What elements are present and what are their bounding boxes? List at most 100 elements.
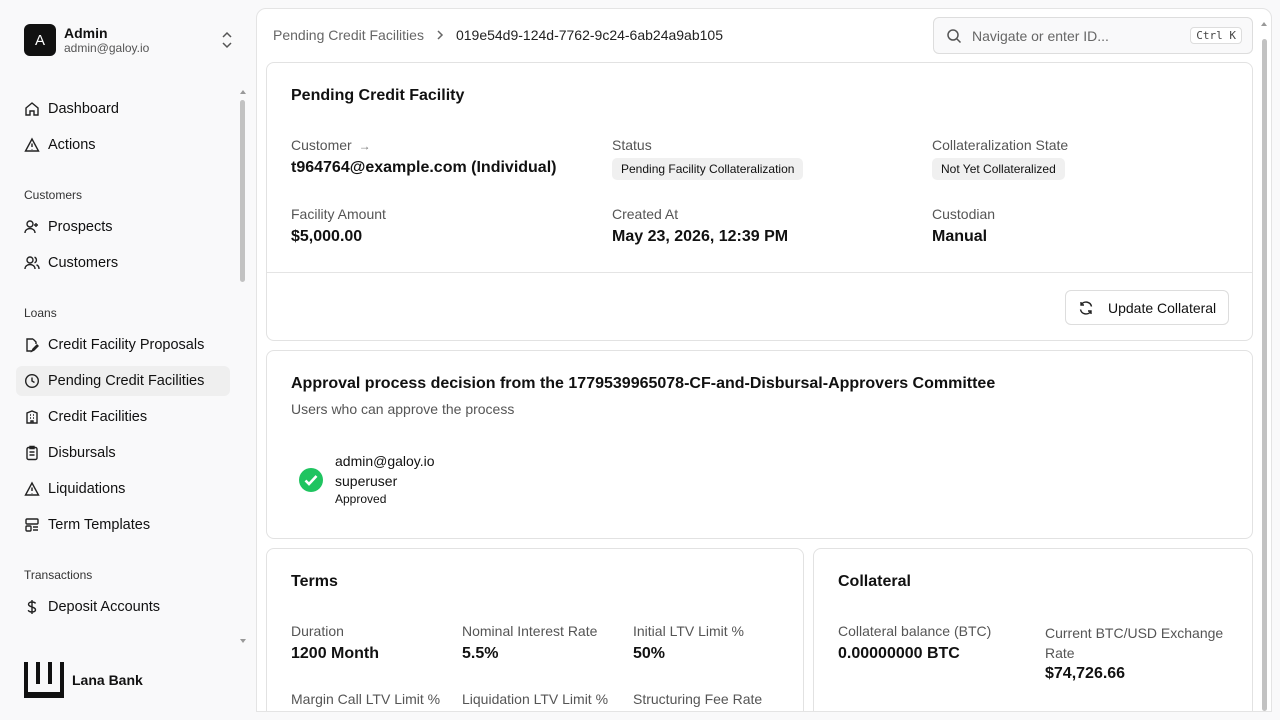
update-collateral-button[interactable]: Update Collateral: [1065, 290, 1229, 325]
collateral-balance-label: Collateral balance (BTC): [838, 623, 992, 639]
top-bar: Pending Credit Facilities 019e54d9-124d-…: [257, 9, 1271, 61]
file-edit-icon: [26, 338, 39, 353]
sidebar-item-term-templates[interactable]: Term Templates: [16, 510, 230, 540]
sidebar-item-label: Liquidations: [48, 481, 126, 497]
margin-call-ltv-label: Margin Call LTV Limit %: [291, 691, 441, 707]
approval-card: Approval process decision from the 17795…: [266, 350, 1253, 539]
exchange-rate-label: Current BTC/USD Exchange Rate: [1045, 625, 1224, 661]
approval-title: Approval process decision from the 17795…: [291, 375, 996, 392]
home-icon: [25, 102, 39, 116]
breadcrumb-parent-link[interactable]: Pending Credit Facilities: [273, 27, 424, 43]
custodian-value: Manual: [932, 228, 988, 245]
brand: Lana Bank: [24, 662, 143, 698]
nav-group-customers: Customers: [24, 188, 83, 202]
main-panel: Pending Credit Facilities 019e54d9-124d-…: [256, 8, 1272, 712]
interest-rate-label: Nominal Interest Rate: [462, 623, 598, 639]
initial-ltv-label: Initial LTV Limit %: [633, 623, 744, 639]
breadcrumb: Pending Credit Facilities 019e54d9-124d-…: [273, 27, 723, 43]
shortcut-hint: Ctrl K: [1190, 27, 1242, 44]
initial-ltv-value: 50%: [633, 645, 666, 662]
user-menu[interactable]: A Admin admin@galoy.io: [24, 24, 234, 56]
sidebar: A Admin admin@galoy.io Dashboard Actions…: [0, 0, 256, 720]
facility-card: Pending Credit Facility Customer → t9647…: [266, 62, 1253, 341]
collateralization-state-label: Collateralization State: [932, 137, 1069, 153]
brand-name: Lana Bank: [72, 672, 143, 688]
created-at-label: Created At: [612, 206, 679, 222]
search-box[interactable]: Ctrl K: [933, 17, 1253, 54]
lana-logo-icon: [24, 662, 64, 698]
sidebar-item-label: Deposit Accounts: [48, 599, 161, 615]
nav-group-transactions: Transactions: [24, 568, 93, 582]
scroll-up-arrow-icon[interactable]: [1260, 21, 1268, 27]
duration-value: 1200 Month: [291, 645, 380, 662]
interest-rate-value: 5.5%: [462, 645, 499, 662]
approval-subtitle: Users who can approve the process: [291, 401, 515, 417]
check-circle-icon: [299, 468, 323, 492]
nav-group-loans: Loans: [24, 306, 57, 320]
collateralization-state-badge: Not Yet Collateralized: [932, 158, 1065, 180]
sidebar-item-actions[interactable]: Actions: [16, 130, 230, 160]
collateral-balance-value: 0.00000000 BTC: [838, 645, 960, 662]
scroll-up-arrow-icon[interactable]: [239, 89, 247, 95]
sidebar-item-label: Credit Facilities: [48, 409, 148, 425]
dollar-icon: [27, 600, 37, 614]
alert-triangle-icon: [24, 481, 40, 496]
sidebar-item-credit-facility-proposals[interactable]: Credit Facility Proposals: [16, 330, 230, 360]
user-email: admin@galoy.io: [64, 41, 150, 55]
terms-title: Terms: [291, 573, 338, 590]
created-at-value: May 23, 2026, 12:39 PM: [612, 228, 789, 245]
collateral-title: Collateral: [838, 573, 911, 590]
structuring-fee-label: Structuring Fee Rate: [633, 691, 763, 707]
sidebar-item-label: Term Templates: [48, 517, 151, 533]
custodian-label: Custodian: [932, 206, 996, 222]
collateral-card: Collateral Collateral balance (BTC) 0.00…: [813, 548, 1253, 711]
sidebar-item-label: Prospects: [48, 219, 113, 235]
building-icon: [26, 410, 38, 424]
duration-label: Duration: [291, 623, 344, 639]
card-divider: [267, 272, 1252, 273]
status-badge: Pending Facility Collateralization: [612, 158, 804, 180]
avatar: A: [24, 24, 56, 56]
customer-label[interactable]: Customer →: [291, 137, 371, 153]
sidebar-item-disbursals[interactable]: Disbursals: [16, 438, 230, 468]
terms-card: Terms Duration 1200 Month Nominal Intere…: [266, 548, 804, 711]
sidebar-item-label: Pending Credit Facilities: [48, 373, 205, 389]
sidebar-item-label: Customers: [48, 255, 119, 271]
sidebar-item-label: Actions: [48, 137, 96, 153]
clipboard-icon: [26, 445, 38, 461]
sidebar-item-dashboard[interactable]: Dashboard: [16, 94, 230, 124]
sidebar-item-liquidations[interactable]: Liquidations: [16, 474, 230, 504]
facility-amount-value: $5,000.00: [291, 228, 363, 245]
sidebar-scrollbar[interactable]: [240, 100, 245, 282]
scroll-down-arrow-icon[interactable]: [239, 638, 247, 644]
sidebar-item-deposit-accounts[interactable]: Deposit Accounts: [16, 592, 230, 622]
facility-amount-label: Facility Amount: [291, 206, 386, 222]
chevron-right-icon: [437, 30, 444, 40]
refresh-icon: [1079, 300, 1093, 315]
customer-value: t964764@example.com (Individual): [291, 159, 557, 176]
update-collateral-label: Update Collateral: [1108, 299, 1217, 316]
facility-title: Pending Credit Facility: [291, 87, 465, 104]
search-input[interactable]: [972, 27, 1172, 44]
clock-icon: [24, 373, 40, 389]
sidebar-item-label: Credit Facility Proposals: [48, 337, 205, 353]
sidebar-item-customers[interactable]: Customers: [16, 248, 230, 278]
status-label: Status: [612, 137, 652, 153]
user-name: Admin: [64, 25, 108, 41]
sidebar-nav: Dashboard Actions Customers Prospects Cu…: [16, 94, 230, 628]
sidebar-item-prospects[interactable]: Prospects: [16, 212, 230, 242]
alert-triangle-icon: [24, 137, 40, 152]
users-icon: [24, 256, 40, 270]
breadcrumb-current: 019e54d9-124d-7762-9c24-6ab24a9ab105: [455, 27, 723, 43]
template-icon: [25, 518, 39, 532]
liquidation-ltv-label: Liquidation LTV Limit %: [462, 691, 609, 707]
approver-status: Approved: [335, 492, 387, 506]
arrow-right-icon: →: [358, 139, 371, 153]
main-scrollbar[interactable]: [1262, 39, 1267, 711]
sidebar-item-pending-credit-facilities[interactable]: Pending Credit Facilities: [16, 366, 230, 396]
approver-role: superuser: [335, 473, 398, 489]
approver-email: admin@galoy.io: [335, 453, 435, 469]
user-plus-icon: [24, 220, 38, 234]
sidebar-item-credit-facilities[interactable]: Credit Facilities: [16, 402, 230, 432]
chevron-up-down-icon: [222, 31, 232, 49]
